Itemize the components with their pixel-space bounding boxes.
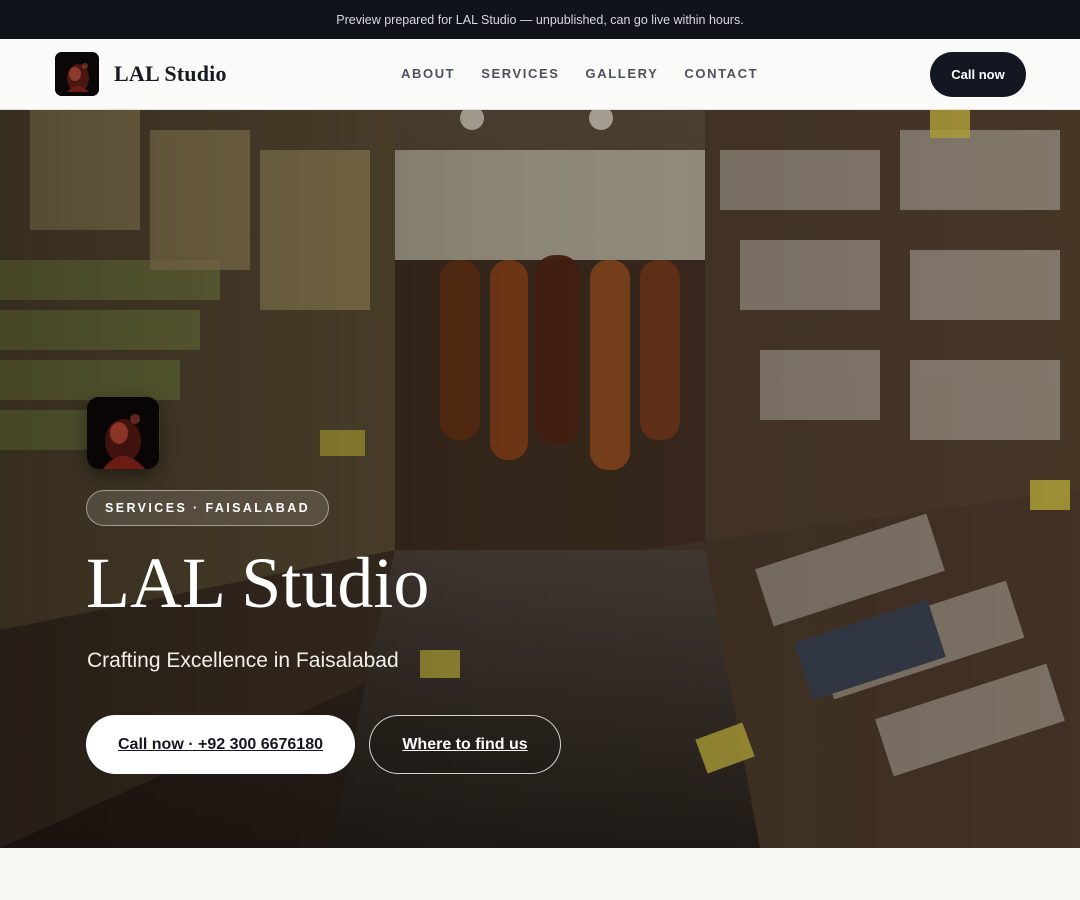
announcement-text: Preview prepared for LAL Studio — unpubl… (336, 12, 744, 27)
brand-logo[interactable] (55, 52, 99, 96)
hero-section: SERVICES · FAISALABAD LAL Studio Craftin… (0, 110, 1080, 848)
brand-name[interactable]: LAL Studio (114, 61, 227, 87)
announcement-bar: Preview prepared for LAL Studio — unpubl… (0, 0, 1080, 39)
nav-about[interactable]: ABOUT (401, 66, 455, 81)
nav-services[interactable]: SERVICES (481, 66, 559, 81)
hero-title: LAL Studio (86, 543, 430, 623)
nav-gallery[interactable]: GALLERY (586, 66, 659, 81)
hero-brand-icon (87, 397, 159, 469)
call-phone-button[interactable]: Call now · +92 300 6676180 (86, 715, 355, 774)
main-nav: ABOUT SERVICES GALLERY CONTACT (401, 66, 784, 81)
hero-badge: SERVICES · FAISALABAD (86, 490, 330, 526)
nav-contact[interactable]: CONTACT (684, 66, 758, 81)
call-now-button[interactable]: Call now (930, 52, 1026, 97)
location-button[interactable]: Where to find us (369, 715, 561, 774)
site-header: LAL Studio ABOUT SERVICES GALLERY CONTAC… (0, 39, 1080, 110)
next-section (0, 848, 1080, 900)
hero-subtitle: Crafting Excellence in Faisalabad (87, 649, 399, 672)
